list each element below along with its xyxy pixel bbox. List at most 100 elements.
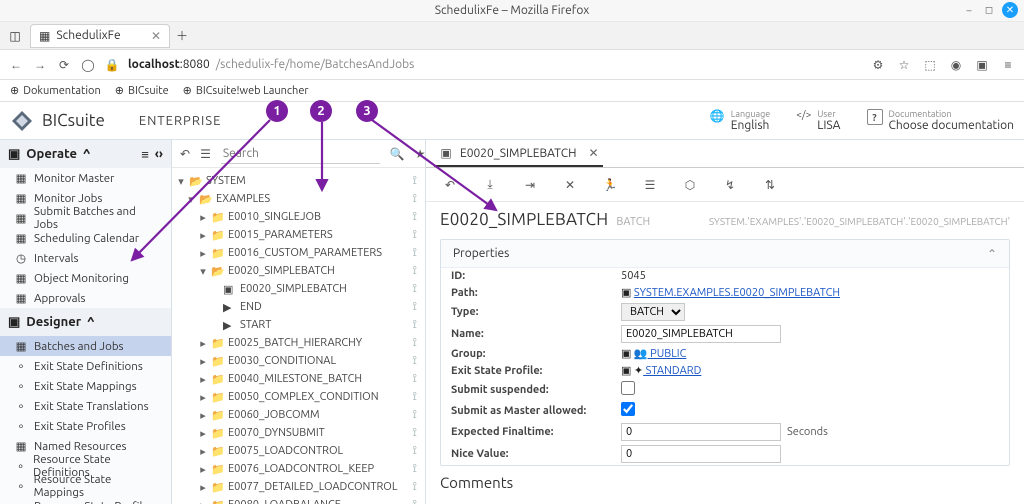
pin-icon[interactable]: ⟟ xyxy=(413,462,417,476)
pin-icon[interactable]: ⟟ xyxy=(413,372,417,386)
pin-icon[interactable]: ⟟ xyxy=(413,210,417,224)
nav-fwd-icon[interactable]: → xyxy=(32,57,48,73)
tree-node[interactable]: ▶END⟟ xyxy=(176,298,421,316)
bookmark-item[interactable]: ⊕ Dokumentation xyxy=(10,84,101,97)
address-field[interactable]: localhost:8080 /schedulix-fe/home/Batche… xyxy=(128,58,862,71)
pin-icon[interactable]: ⟟ xyxy=(413,390,417,404)
run-icon[interactable]: 🏃 xyxy=(600,175,620,195)
pin-icon[interactable]: ⟟ xyxy=(413,426,417,440)
tree-twisty-icon[interactable]: ▾ xyxy=(186,193,196,206)
tree-node[interactable]: ▸📁E0016_CUSTOM_PARAMETERS⟟ xyxy=(176,244,421,262)
nav-item-exit-state-profiles[interactable]: ∘Exit State Profiles xyxy=(0,416,171,436)
star-icon[interactable]: ★ xyxy=(415,145,426,163)
tree-twisty-icon[interactable]: ▸ xyxy=(198,427,208,440)
nav-item-exit-state-mappings[interactable]: ∘Exit State Mappings xyxy=(0,376,171,396)
tree-node[interactable]: ▸📁E0040_MILESTONE_BATCH⟟ xyxy=(176,370,421,388)
tree-node[interactable]: ▾📂EXAMPLES⟟ xyxy=(176,190,421,208)
window-maximize-icon[interactable]: ◻ xyxy=(982,3,996,17)
detail-tab[interactable]: ▣ E0020_SIMPLEBATCH ✕ xyxy=(434,141,603,167)
nav-item-submit-batches[interactable]: ▦Submit Batches and Jobs xyxy=(0,208,171,228)
reader-icon[interactable]: ⚙ xyxy=(870,57,886,73)
undo-icon[interactable]: ↶ xyxy=(180,145,190,163)
pin-icon[interactable]: ⟟ xyxy=(413,498,417,504)
pin-icon[interactable]: ⟟ xyxy=(413,192,417,206)
pin-icon[interactable]: ⟟ xyxy=(413,354,417,368)
tree-twisty-icon[interactable]: ▸ xyxy=(198,247,208,260)
tree-node[interactable]: ▸📁E0015_PARAMETERS⟟ xyxy=(176,226,421,244)
nav-item-exit-state-definitions[interactable]: ∘Exit State Definitions xyxy=(0,356,171,376)
nice-field[interactable] xyxy=(621,445,781,463)
tree-node[interactable]: ▸📁E0075_LOADCONTROL⟟ xyxy=(176,442,421,460)
tree-twisty-icon[interactable]: ▸ xyxy=(198,229,208,242)
pin-icon[interactable]: ⟟ xyxy=(413,246,417,260)
nav-item-resource-state-mappings[interactable]: ∘Resource State Mappings xyxy=(0,476,171,496)
nav-item-approvals[interactable]: ▦Approvals xyxy=(0,288,171,308)
collapse-icon[interactable]: ≡ xyxy=(141,147,149,162)
language-selector[interactable]: LanguageEnglish xyxy=(710,109,770,132)
pin-icon[interactable]: ⟟ xyxy=(413,282,417,296)
tree-node[interactable]: ▸📁E0076_LOADCONTROL_KEEP⟟ xyxy=(176,460,421,478)
search-icon[interactable]: 🔍 xyxy=(390,145,405,163)
pin-icon[interactable]: ⟟ xyxy=(413,444,417,458)
tree-twisty-icon[interactable]: ▸ xyxy=(198,409,208,422)
nav-section-designer[interactable]: ▣ Designer ^ xyxy=(0,308,171,336)
tree-twisty-icon[interactable]: ▾ xyxy=(176,175,186,188)
tree-twisty-icon[interactable]: ▸ xyxy=(198,373,208,386)
user-selector[interactable]: UserLISA xyxy=(796,109,840,132)
tree-node[interactable]: ▾📂E0020_SIMPLEBATCH⟟ xyxy=(176,262,421,280)
tree-twisty-icon[interactable]: ▸ xyxy=(198,481,208,494)
flow-icon[interactable]: ↯ xyxy=(720,175,740,195)
submit-suspended-checkbox[interactable] xyxy=(621,381,635,395)
nav-item-scheduling-calendar[interactable]: ▦Scheduling Calendar xyxy=(0,228,171,248)
pin-icon[interactable]: ⟟ xyxy=(413,300,417,314)
tree-node[interactable]: ▾📂SYSTEM⟟ xyxy=(176,172,421,190)
extensions-icon[interactable]: ▣ xyxy=(974,57,990,73)
bookmark-item[interactable]: ⊕ BICsuite xyxy=(115,84,169,97)
tree-node[interactable]: ▸📁E0030_CONDITIONAL⟟ xyxy=(176,352,421,370)
lock-icon[interactable]: 🔒 xyxy=(104,57,120,73)
pin-icon[interactable]: ⟟ xyxy=(413,264,417,278)
pin-icon[interactable]: ⟟ xyxy=(413,174,417,188)
tree-twisty-icon[interactable]: ▸ xyxy=(198,445,208,458)
finaltime-field[interactable] xyxy=(621,423,781,441)
tree-twisty-icon[interactable]: ▸ xyxy=(198,463,208,476)
nav-reload-icon[interactable]: ⟳ xyxy=(56,57,72,73)
submit-master-checkbox[interactable] xyxy=(621,402,635,416)
nav-item-monitor-master[interactable]: ▦Monitor Master xyxy=(0,168,171,188)
nav-back-icon[interactable]: ← xyxy=(8,57,24,73)
nav-section-operate[interactable]: ▣ Operate ^ ≡ ‹› xyxy=(0,140,171,168)
stack-icon[interactable]: ☰ xyxy=(640,175,660,195)
tree-node[interactable]: ▶START⟟ xyxy=(176,316,421,334)
nav-item-exit-state-translations[interactable]: ∘Exit State Translations xyxy=(0,396,171,416)
window-close-icon[interactable]: ✕ xyxy=(1002,2,1018,18)
tree-twisty-icon[interactable]: ▸ xyxy=(198,211,208,224)
pin-icon[interactable]: ⟟ xyxy=(413,228,417,242)
name-field[interactable] xyxy=(621,325,781,343)
account-icon[interactable]: ◉ xyxy=(948,57,964,73)
pin-icon[interactable]: ⟟ xyxy=(413,336,417,350)
delete-icon[interactable]: ✕ xyxy=(560,175,580,195)
tree-node[interactable]: ▸📁E0070_DYNSUBMIT⟟ xyxy=(176,424,421,442)
bookmark-item[interactable]: ⊕ BICsuite!web Launcher xyxy=(183,84,309,97)
tree-twisty-icon[interactable]: ▸ xyxy=(198,391,208,404)
shield-icon[interactable]: ⬡ xyxy=(680,175,700,195)
nav-item-object-monitoring[interactable]: ▦Object Monitoring xyxy=(0,268,171,288)
tab-close-icon[interactable]: ✕ xyxy=(151,29,161,43)
nav-item-batches-and-jobs[interactable]: ▦Batches and Jobs xyxy=(0,336,171,356)
undo-icon[interactable]: ↶ xyxy=(440,175,460,195)
tree-filter-icon[interactable]: ☰ xyxy=(200,145,211,163)
detail-tab-close-icon[interactable]: ✕ xyxy=(588,146,598,160)
tree-node[interactable]: ▸📁E0060_JOBCOMM⟟ xyxy=(176,406,421,424)
tree-node[interactable]: ▸📁E0025_BATCH_HIERARCHY⟟ xyxy=(176,334,421,352)
save-icon[interactable]: ⤓ xyxy=(480,175,500,195)
pin-icon[interactable]: ⟟ xyxy=(413,318,417,332)
export-icon[interactable]: ⇥ xyxy=(520,175,540,195)
tree-twisty-icon[interactable]: ▸ xyxy=(198,355,208,368)
collapse-icon[interactable]: ⌃ xyxy=(987,247,997,261)
tree-node[interactable]: ▸📁E0050_COMPLEX_CONDITION⟟ xyxy=(176,388,421,406)
tab-history-icon[interactable]: ◫ xyxy=(6,27,24,45)
nav-item-intervals[interactable]: ◷Intervals xyxy=(0,248,171,268)
shield-icon[interactable]: ◯ xyxy=(80,57,96,73)
type-select[interactable]: BATCH xyxy=(621,303,685,321)
app-menu-icon[interactable]: ≡ xyxy=(1000,57,1016,73)
